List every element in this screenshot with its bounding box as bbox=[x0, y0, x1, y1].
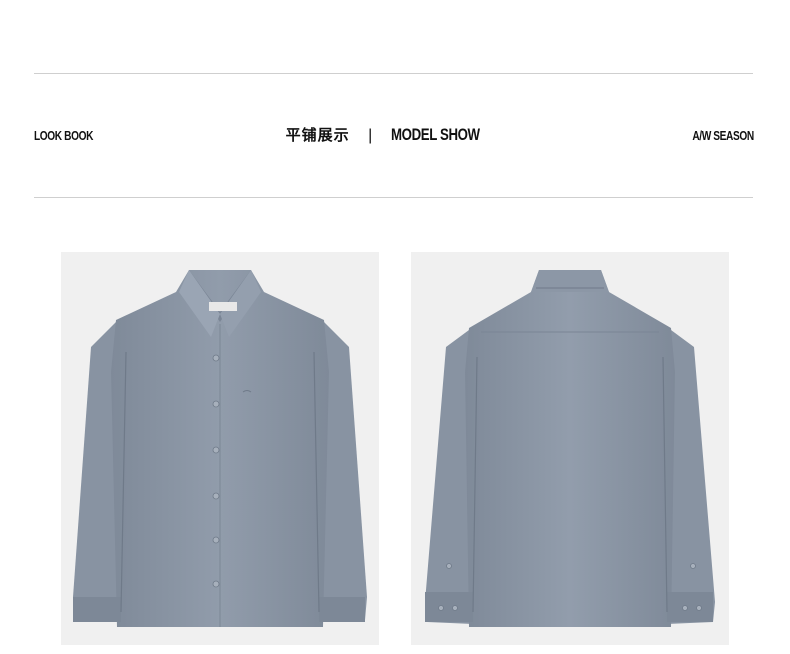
title-chinese: 平铺展示 bbox=[285, 126, 350, 144]
title-english: MODEL SHOW bbox=[390, 125, 480, 144]
season-label: A/W SEASON bbox=[692, 128, 755, 143]
section-title: 平铺展示 | MODEL SHOW bbox=[0, 124, 790, 145]
shirt-front-illustration bbox=[73, 270, 367, 627]
bottom-divider bbox=[34, 197, 753, 198]
shirt-back-illustration bbox=[425, 270, 715, 627]
shirt-front-image bbox=[61, 252, 379, 645]
top-divider bbox=[34, 73, 753, 74]
title-separator: | bbox=[368, 127, 373, 144]
shirt-back-image bbox=[411, 252, 729, 645]
